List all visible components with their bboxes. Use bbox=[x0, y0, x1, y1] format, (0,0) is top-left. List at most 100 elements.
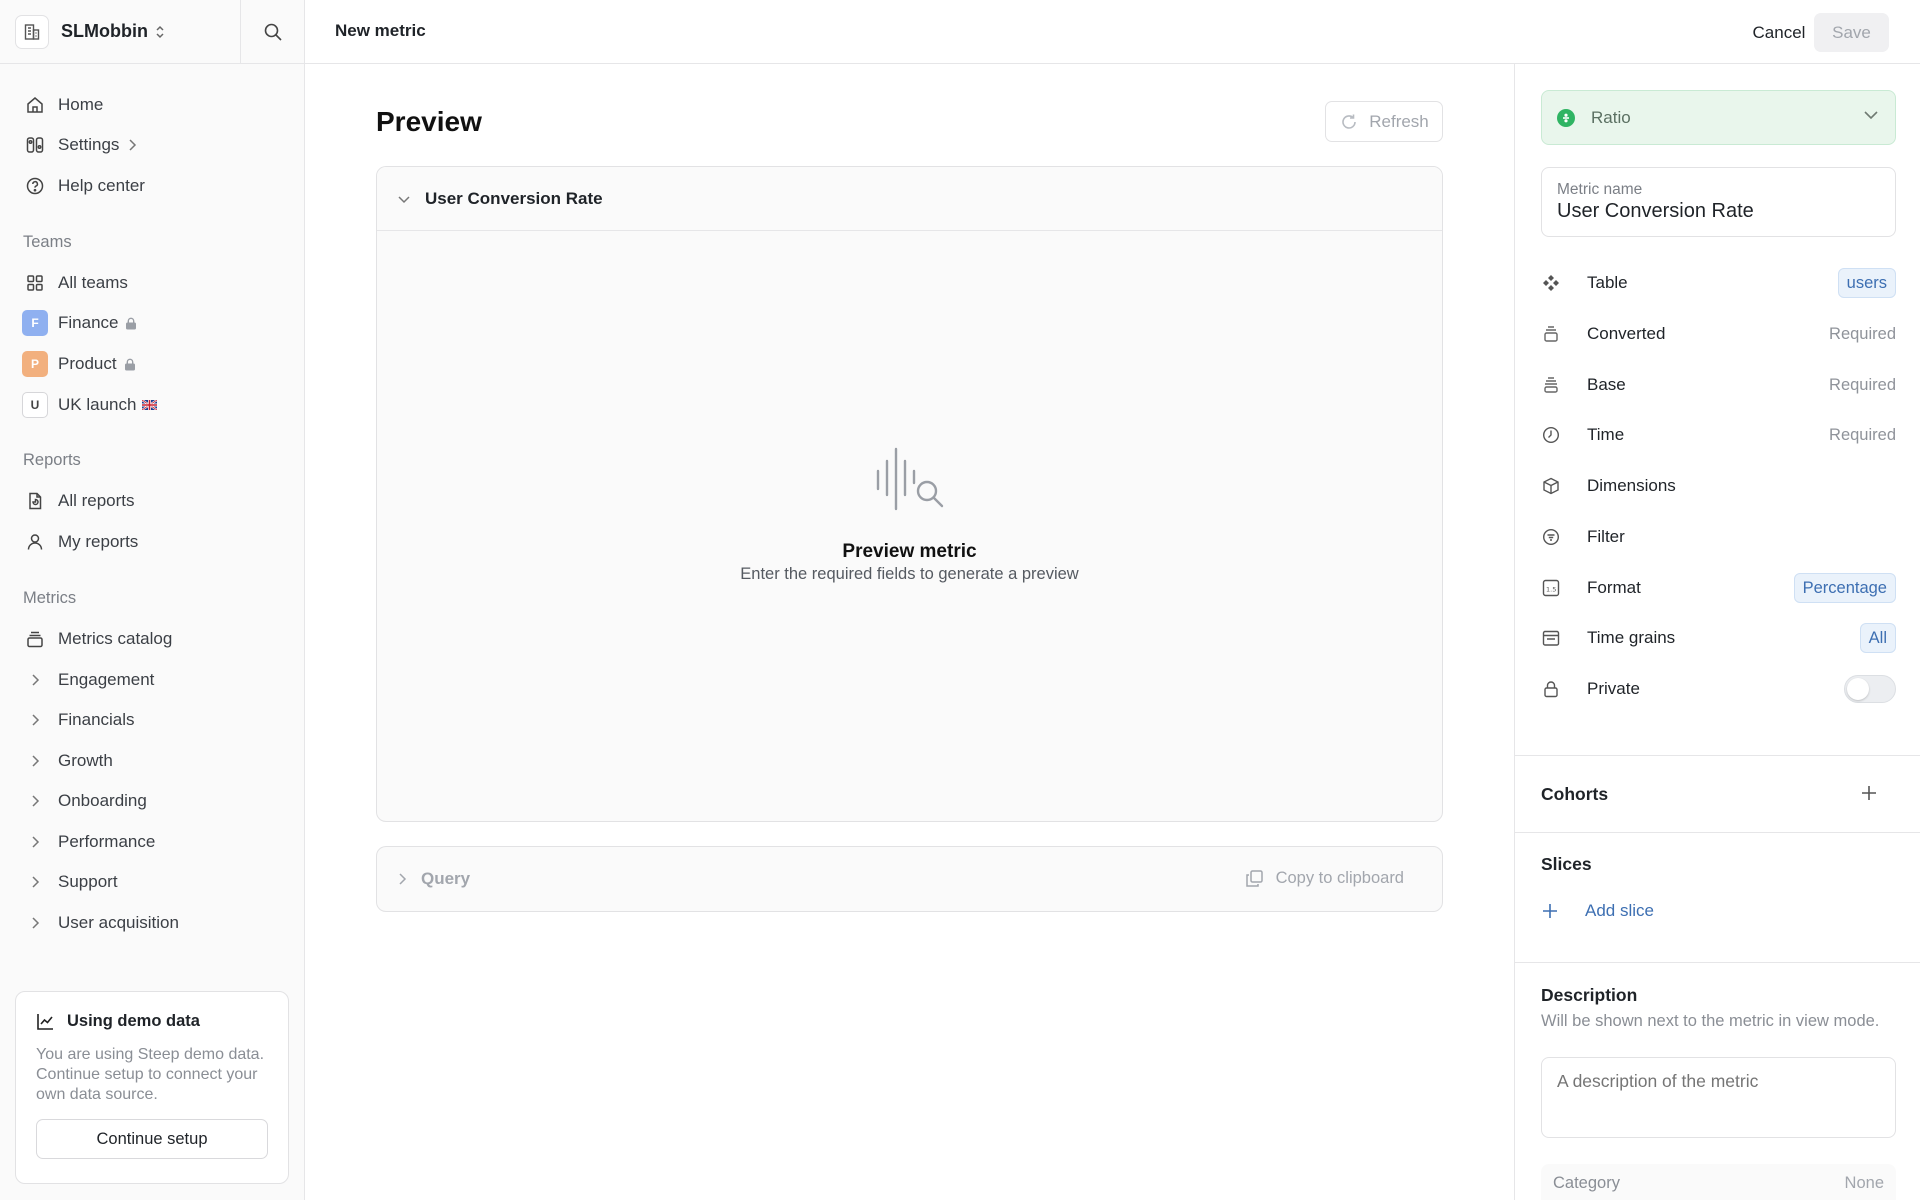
metric-name-value[interactable]: User Conversion Rate bbox=[1557, 200, 1880, 223]
user-icon bbox=[22, 529, 48, 555]
demo-header: Using demo data bbox=[36, 1012, 268, 1031]
divider bbox=[1515, 755, 1920, 756]
workspace-switcher[interactable]: SLMobbin bbox=[0, 0, 241, 63]
prop-label: Time grains bbox=[1587, 628, 1676, 647]
query-label: Query bbox=[421, 869, 471, 888]
metric-group-performance[interactable]: Performance bbox=[22, 825, 155, 859]
prop-converted[interactable]: Converted Required bbox=[1541, 317, 1896, 351]
demo-text: You are using Steep demo data. Continue … bbox=[36, 1046, 265, 1103]
add-cohort-button[interactable] bbox=[1860, 784, 1878, 802]
copy-icon bbox=[1245, 870, 1263, 887]
team-badge-finance: F bbox=[22, 310, 48, 336]
lock-icon bbox=[125, 317, 137, 330]
search-button[interactable] bbox=[241, 0, 304, 63]
table-value-tag[interactable]: users bbox=[1837, 268, 1896, 298]
metric-group-label: Financials bbox=[58, 710, 135, 729]
metric-group-label: Support bbox=[58, 872, 118, 891]
teams-heading: Teams bbox=[23, 233, 72, 251]
workspace-name: SLMobbin bbox=[61, 21, 148, 41]
nav-all-teams[interactable]: All teams bbox=[22, 266, 128, 300]
prop-time[interactable]: Time Required bbox=[1541, 418, 1896, 452]
chevron-down-icon bbox=[398, 195, 410, 203]
description-input[interactable] bbox=[1541, 1057, 1896, 1138]
measure-base-icon bbox=[1541, 375, 1561, 395]
chevron-right-icon bbox=[399, 873, 407, 885]
metric-group-support[interactable]: Support bbox=[22, 865, 118, 899]
nav-team-finance[interactable]: F Finance bbox=[22, 306, 137, 340]
prop-label: Converted bbox=[1587, 324, 1666, 343]
nav-all-reports[interactable]: All reports bbox=[22, 484, 135, 518]
metric-group-financials[interactable]: Financials bbox=[22, 703, 135, 737]
metric-group-onboarding[interactable]: Onboarding bbox=[22, 784, 147, 818]
search-icon bbox=[264, 23, 282, 41]
cube-icon bbox=[1541, 476, 1561, 496]
prop-value: Required bbox=[1829, 375, 1896, 394]
preview-title: Preview bbox=[376, 106, 482, 137]
metric-group-label: Engagement bbox=[58, 670, 155, 689]
continue-setup-button[interactable]: Continue setup bbox=[36, 1119, 268, 1159]
nav-metrics-catalog[interactable]: Metrics catalog bbox=[22, 622, 172, 656]
slices-heading: Slices bbox=[1541, 854, 1592, 874]
nav-home-label: Home bbox=[58, 95, 104, 114]
nav-team-product[interactable]: P Product bbox=[22, 347, 136, 381]
grid-icon bbox=[22, 270, 48, 296]
nav-my-reports[interactable]: My reports bbox=[22, 525, 138, 559]
add-slice-button[interactable]: Add slice bbox=[1541, 901, 1654, 921]
filter-icon bbox=[1541, 527, 1561, 547]
metric-config-panel: Ratio Metric name User Conversion Rate T… bbox=[1514, 64, 1920, 1200]
prop-format[interactable]: 1.5 Format Percentage bbox=[1541, 571, 1896, 605]
prop-table[interactable]: Table users bbox=[1541, 266, 1896, 300]
team-uk-launch-label: UK launch bbox=[58, 395, 137, 414]
query-section[interactable]: Query Copy to clipboard bbox=[376, 846, 1443, 912]
divider bbox=[1515, 962, 1920, 963]
nav-home[interactable]: Home bbox=[22, 88, 103, 122]
nav-my-reports-label: My reports bbox=[58, 532, 139, 551]
team-product-label: Product bbox=[58, 354, 117, 373]
demo-title: Using demo data bbox=[67, 1012, 200, 1030]
metric-group-user-acquisition[interactable]: User acquisition bbox=[22, 906, 179, 940]
nav-help-center[interactable]: Help center bbox=[22, 169, 145, 203]
metric-group-engagement[interactable]: Engagement bbox=[22, 663, 154, 697]
format-value-tag[interactable]: Percentage bbox=[1793, 573, 1896, 603]
prop-label: Dimensions bbox=[1587, 476, 1676, 495]
prop-dimensions[interactable]: Dimensions bbox=[1541, 469, 1896, 503]
team-finance-label: Finance bbox=[58, 313, 119, 332]
refresh-label: Refresh bbox=[1369, 111, 1429, 131]
preview-card-header[interactable]: User Conversion Rate bbox=[377, 167, 1442, 231]
preview-area: Preview Refresh User Conversion Rate Pre… bbox=[305, 64, 1514, 1200]
prop-label: Private bbox=[1587, 679, 1640, 698]
page-title: New metric bbox=[335, 21, 426, 40]
category-value: None bbox=[1844, 1174, 1884, 1192]
category-field[interactable]: Category None bbox=[1541, 1164, 1896, 1200]
prop-label: Base bbox=[1587, 375, 1626, 394]
empty-state: Preview metric Enter the required fields… bbox=[377, 447, 1442, 584]
private-toggle[interactable] bbox=[1844, 675, 1896, 703]
prop-filter[interactable]: Filter bbox=[1541, 520, 1896, 554]
demo-data-card: Using demo data You are using Steep demo… bbox=[15, 991, 289, 1184]
refresh-button[interactable]: Refresh bbox=[1325, 101, 1443, 142]
plus-icon bbox=[1862, 786, 1876, 800]
chevron-right-icon bbox=[22, 869, 48, 895]
metric-group-growth[interactable]: Growth bbox=[22, 744, 113, 778]
chevron-right-icon bbox=[22, 707, 48, 733]
prop-base[interactable]: Base Required bbox=[1541, 368, 1896, 402]
nav-metrics-catalog-label: Metrics catalog bbox=[58, 629, 173, 648]
copy-to-clipboard-button[interactable]: Copy to clipboard bbox=[1245, 869, 1404, 888]
prop-label: Time bbox=[1587, 425, 1625, 444]
prop-time-grains[interactable]: Time grains All bbox=[1541, 621, 1896, 655]
metric-group-label: Performance bbox=[58, 832, 156, 851]
save-button[interactable]: Save bbox=[1814, 13, 1889, 52]
toggle-knob bbox=[1847, 678, 1869, 700]
metric-type-select[interactable]: Ratio bbox=[1541, 90, 1896, 145]
nav-settings-label: Settings bbox=[58, 135, 120, 154]
metric-name-field[interactable]: Metric name User Conversion Rate bbox=[1541, 167, 1896, 237]
lock-icon bbox=[124, 358, 136, 371]
nav-team-uk-launch[interactable]: U UK launch bbox=[22, 388, 158, 422]
line-chart-icon bbox=[37, 1014, 53, 1030]
cohorts-heading: Cohorts bbox=[1541, 784, 1609, 804]
empty-title: Preview metric bbox=[842, 541, 977, 562]
chevron-down-icon bbox=[1864, 111, 1878, 120]
metrics-heading: Metrics bbox=[23, 589, 77, 607]
nav-settings[interactable]: Settings bbox=[22, 128, 137, 162]
time-grains-value-tag[interactable]: All bbox=[1859, 623, 1896, 653]
